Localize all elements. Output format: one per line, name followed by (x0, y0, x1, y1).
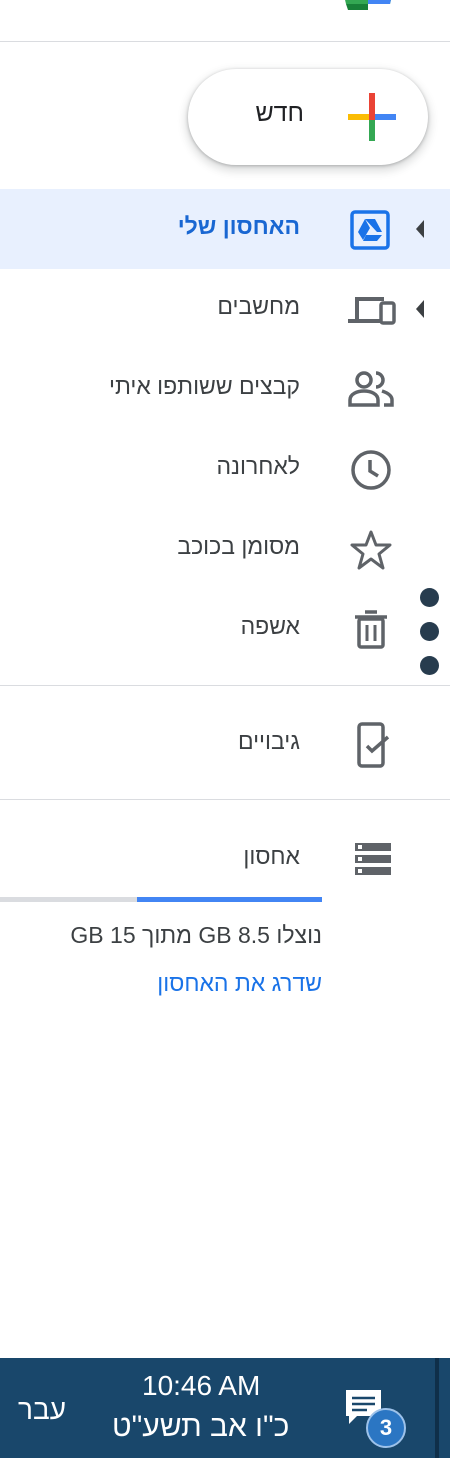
clock-time[interactable]: 10:46 AM (142, 1370, 260, 1402)
storage-usage-text: נוצלו 8.5 GB מתוך 15 GB (70, 922, 322, 948)
expand-arrow-icon[interactable] (414, 219, 426, 239)
storage-bar-fill (137, 897, 322, 902)
nav-item-shared-with-me[interactable]: קבצים ששותפו איתי (0, 349, 450, 429)
nav-item-recent[interactable]: לאחרונה (0, 429, 450, 509)
windows-taskbar: 10:46 AM כ"ו אב תשע"ט עבר 3 (0, 1358, 450, 1458)
nav-item-starred[interactable]: מסומן בכוכב (0, 509, 450, 589)
nav-item-backups[interactable]: גיבויים (0, 704, 450, 784)
nav-item-trash[interactable]: אשפה (0, 589, 450, 669)
backups-divider (0, 799, 450, 800)
notification-count-badge: 3 (366, 1408, 406, 1448)
trash-icon (346, 605, 396, 655)
drive-logo (332, 0, 404, 10)
nav-item-computers[interactable]: מחשבים (0, 269, 450, 349)
nav-divider (0, 685, 450, 686)
dot (420, 622, 439, 641)
nav-item-label: קבצים ששותפו איתי (108, 373, 300, 399)
drive-icon (346, 205, 396, 255)
nav-item-label: מסומן בכוכב (177, 533, 300, 559)
top-divider (0, 41, 450, 42)
storage-icon (346, 835, 396, 885)
clock-icon (346, 445, 396, 495)
star-icon (346, 525, 396, 575)
plus-icon (348, 93, 396, 146)
computers-icon (346, 285, 396, 335)
dot (420, 588, 439, 607)
nav-item-label: אשפה (240, 613, 300, 639)
shared-people-icon (346, 365, 396, 415)
storage-label: אחסון (243, 843, 300, 869)
backup-phone-icon (346, 720, 396, 770)
new-button[interactable]: חדש (188, 69, 428, 165)
nav-item-label: האחסון שלי (177, 213, 300, 239)
more-options-dots[interactable] (420, 588, 440, 690)
nav-item-my-drive[interactable]: האחסון שלי (0, 189, 450, 269)
clock-date[interactable]: כ"ו אב תשע"ט (112, 1410, 289, 1444)
dot (420, 656, 439, 675)
show-desktop-button[interactable] (435, 1358, 439, 1458)
nav-item-label: לאחרונה (216, 453, 300, 479)
nav-item-label: גיבויים (237, 728, 300, 754)
nav-item-storage[interactable]: אחסון (0, 819, 450, 899)
new-button-label: חדש (255, 99, 304, 127)
language-indicator[interactable]: עבר (18, 1394, 66, 1426)
expand-arrow-icon[interactable] (414, 299, 426, 319)
upgrade-storage-link[interactable]: שדרג את האחסון (157, 970, 322, 997)
nav-item-label: מחשבים (217, 293, 300, 319)
